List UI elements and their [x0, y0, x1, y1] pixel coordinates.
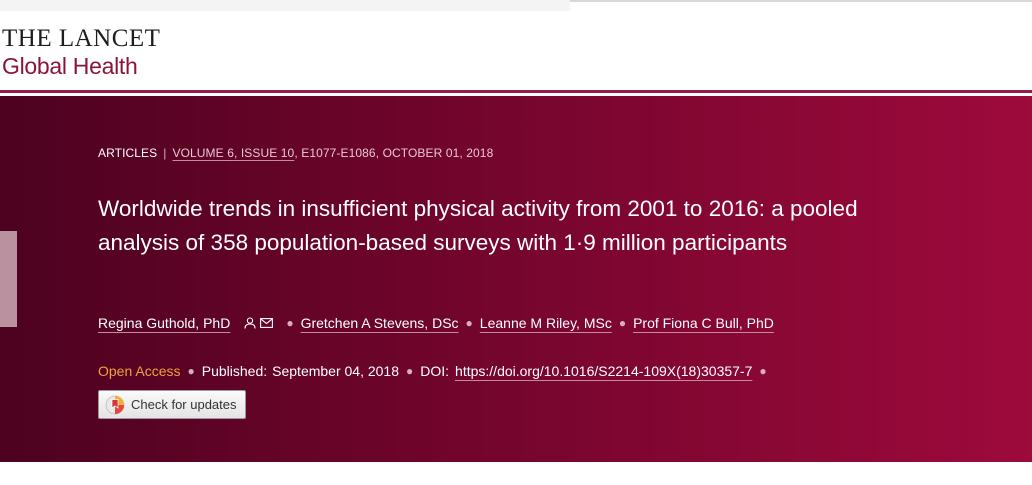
doi-link[interactable]: https://doi.org/10.1016/S2214-109X(18)30… — [455, 363, 752, 379]
author-link[interactable]: Gretchen A Stevens, DSc — [301, 315, 459, 331]
author-link[interactable]: Leanne M Riley, MSc — [480, 315, 612, 331]
lancet-logo[interactable]: THE LANCET Global Health — [2, 26, 160, 80]
publication-info: Open Access ● Published: September 04, 2… — [98, 363, 774, 379]
side-panel-tab[interactable] — [0, 231, 17, 327]
volume-issue-link[interactable]: VOLUME 6, ISSUE 10 — [172, 146, 294, 160]
article-meta: ARTICLES | VOLUME 6, ISSUE 10, E1077-E1086… — [98, 146, 493, 160]
pages-date: , E1077-E1086, OCTOBER 01, 2018 — [294, 146, 494, 160]
author-link[interactable]: Regina Guthold, PhD — [98, 315, 230, 331]
article-title: Worldwide trends in insufficient physica… — [98, 196, 858, 255]
pub-separator: ● — [406, 364, 414, 378]
author-separator: ● — [286, 316, 294, 330]
author-separator: ● — [618, 316, 627, 330]
article-type: ARTICLES — [98, 146, 158, 160]
author-contact-icons — [244, 317, 274, 329]
check-for-updates-button[interactable]: Check for updates — [98, 390, 246, 419]
author-list: Regina Guthold, PhD ● Gretchen A Stevens… — [98, 315, 774, 331]
open-access-badge: Open Access — [98, 363, 181, 379]
meta-separator: | — [163, 146, 167, 160]
header-divider — [0, 90, 1032, 93]
published-date: September 04, 2018 — [272, 363, 400, 379]
author-separator: ● — [465, 316, 473, 330]
pub-separator: ● — [187, 364, 195, 378]
doi-label: DOI: — [420, 363, 450, 379]
mail-icon[interactable] — [260, 318, 274, 328]
crossmark-icon — [105, 395, 125, 415]
logo-subtitle: Global Health — [2, 53, 138, 79]
logo-title: THE LANCET — [2, 25, 161, 52]
published-label: Published: — [201, 363, 268, 379]
author-link[interactable]: Prof Fiona C Bull, PhD — [633, 315, 774, 331]
top-strip — [0, 0, 570, 11]
person-icon[interactable] — [244, 317, 256, 329]
pub-separator: ● — [759, 364, 767, 378]
check-for-updates-label: Check for updates — [131, 397, 237, 412]
top-line — [570, 0, 1032, 2]
